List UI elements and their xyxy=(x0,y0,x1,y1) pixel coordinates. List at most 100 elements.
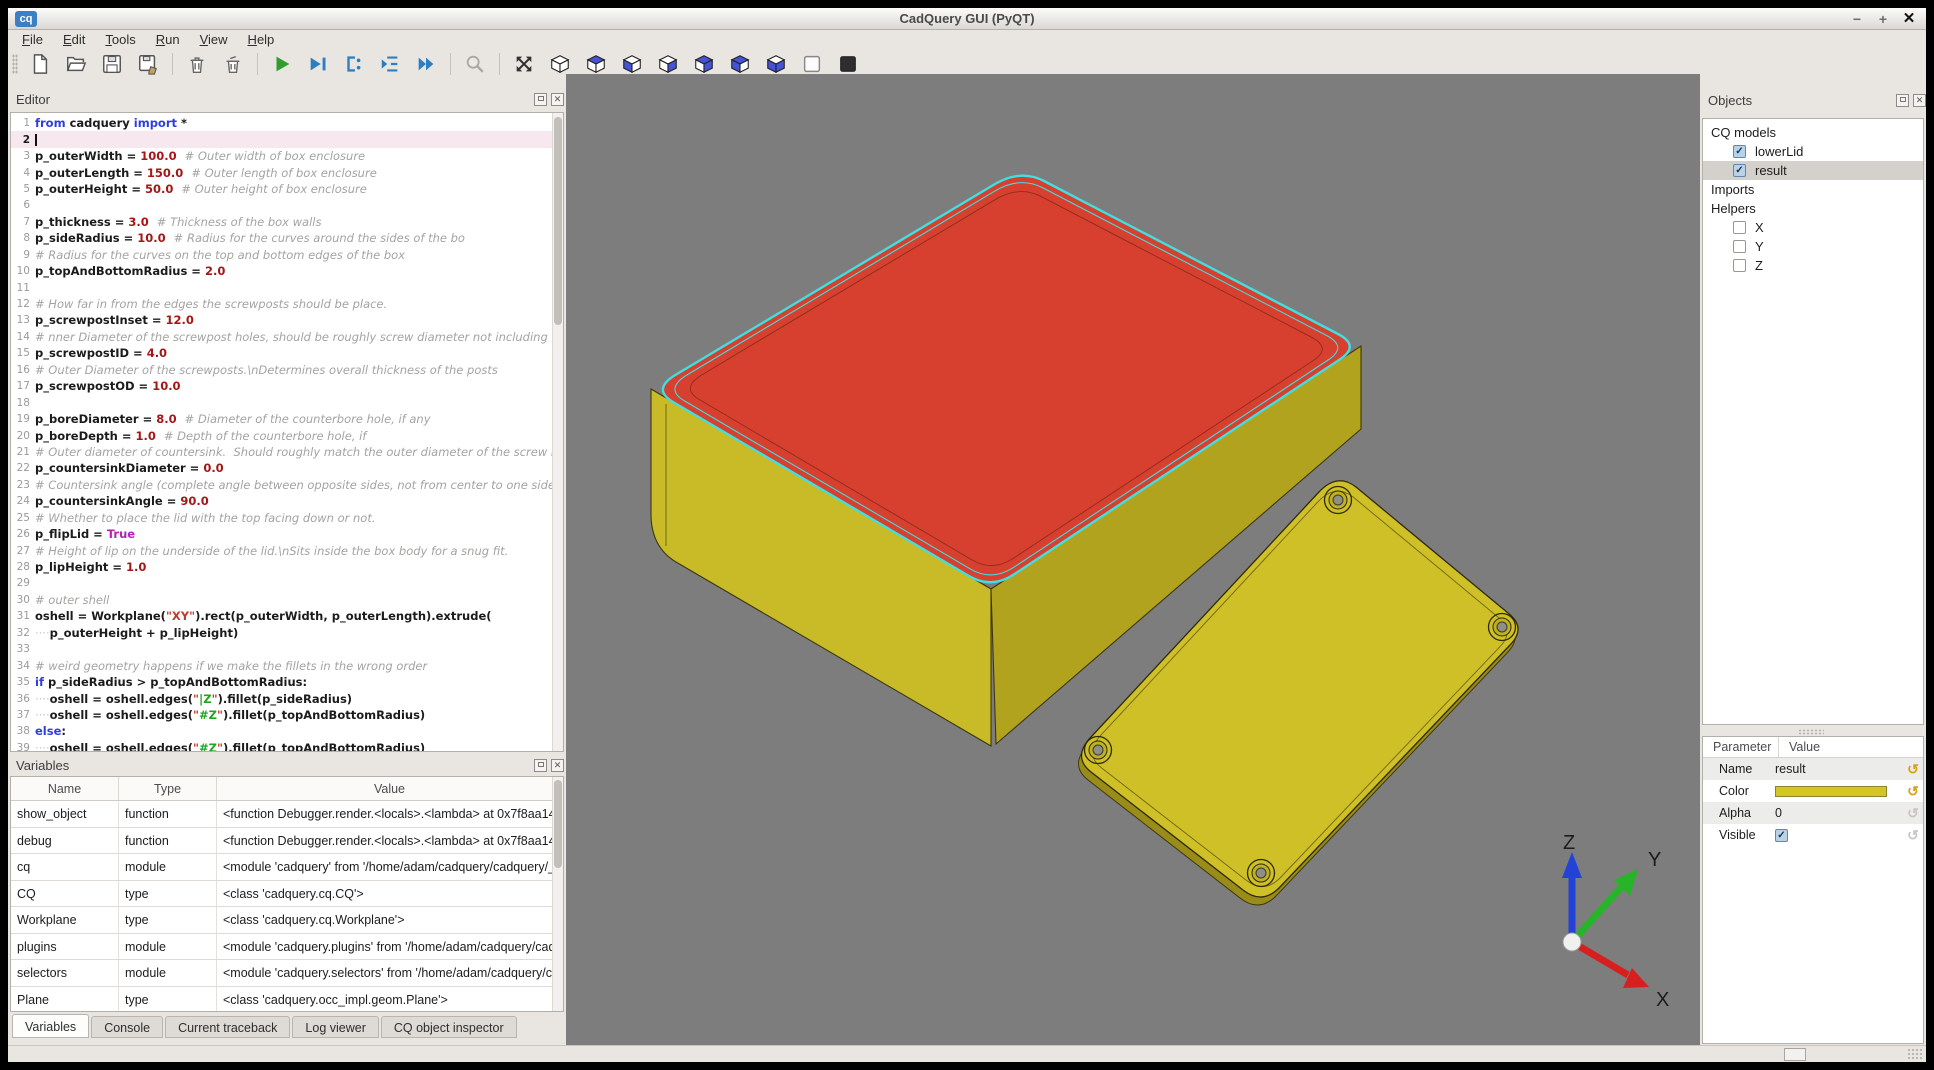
table-row[interactable]: cqmodule<module 'cadquery' from '/home/a… xyxy=(11,854,563,881)
tree-item-result[interactable]: ✓result xyxy=(1703,161,1923,180)
tree-item-y[interactable]: Y xyxy=(1703,237,1923,256)
variable-value: <module 'cadquery.selectors' from '/home… xyxy=(217,960,563,986)
x-axis-label: X xyxy=(1656,989,1669,1011)
tree-group-imports[interactable]: Imports xyxy=(1703,180,1923,199)
table-row[interactable]: Planetype<class 'cadquery.occ_impl.geom.… xyxy=(11,987,563,1013)
minimize-button[interactable]: − xyxy=(1848,10,1866,28)
menu-tools[interactable]: Tools xyxy=(95,32,145,47)
save-as-button[interactable] xyxy=(135,51,161,77)
menu-view[interactable]: View xyxy=(190,32,238,47)
menu-bar: FileEditToolsRunViewHelp xyxy=(12,30,284,49)
tab-variables[interactable]: Variables xyxy=(12,1014,89,1038)
table-row[interactable]: pluginsmodule<module 'cadquery.plugins' … xyxy=(11,934,563,961)
menu-run[interactable]: Run xyxy=(146,32,190,47)
code-line: 12# How far in from the edges the screwp… xyxy=(11,296,563,312)
parameter-value[interactable]: result xyxy=(1775,762,1903,776)
color-swatch[interactable] xyxy=(1775,786,1887,797)
viewport-3d[interactable]: Z Y X xyxy=(566,74,1700,1045)
tree-item-z[interactable]: Z xyxy=(1703,256,1923,275)
code-line: 39····oshell = oshell.edges("#Z").fillet… xyxy=(11,740,563,752)
delete-all-button[interactable] xyxy=(220,51,246,77)
variable-value: <function Debugger.render.<locals>.<lamb… xyxy=(217,828,563,854)
visibility-checkbox[interactable]: ✓ xyxy=(1733,145,1746,158)
parameter-column-header: Parameter xyxy=(1703,737,1779,757)
parameter-label: Alpha xyxy=(1703,806,1775,820)
table-row[interactable]: Workplanetype<class 'cadquery.cq.Workpla… xyxy=(11,907,563,934)
variables-panel-header: Variables ✕ xyxy=(16,754,564,776)
editor-scrollbar[interactable] xyxy=(552,113,563,751)
menu-edit[interactable]: Edit xyxy=(53,32,95,47)
parameter-row-visible[interactable]: Visible✓↺ xyxy=(1703,824,1923,846)
column-header-type[interactable]: Type xyxy=(119,777,217,800)
variable-type: type xyxy=(119,881,217,907)
close-button[interactable]: ✕ xyxy=(1900,10,1918,28)
parameter-value[interactable] xyxy=(1775,786,1903,797)
step-in-button[interactable] xyxy=(377,51,403,77)
visibility-checkbox[interactable] xyxy=(1733,259,1746,272)
visibility-checkbox[interactable] xyxy=(1733,221,1746,234)
continue-button[interactable] xyxy=(413,51,439,77)
step-button[interactable] xyxy=(341,51,367,77)
float-panel-icon[interactable] xyxy=(534,93,547,106)
close-panel-icon[interactable]: ✕ xyxy=(551,93,564,106)
menu-file[interactable]: File xyxy=(12,32,53,47)
render-button[interactable] xyxy=(269,51,295,77)
tree-item-lowerlid[interactable]: ✓lowerLid xyxy=(1703,142,1923,161)
maximize-button[interactable]: + xyxy=(1874,10,1892,28)
objects-panel-header: Objects ✕ xyxy=(1708,88,1926,112)
variables-table: NameTypeValue show_objectfunction<functi… xyxy=(10,776,564,1012)
parameter-row-alpha[interactable]: Alpha0↺ xyxy=(1703,802,1923,824)
parameter-row-name[interactable]: Nameresult↺ xyxy=(1703,758,1923,780)
table-row[interactable]: show_objectfunction<function Debugger.re… xyxy=(11,801,563,828)
table-row[interactable]: selectorsmodule<module 'cadquery.selecto… xyxy=(11,960,563,987)
tree-item-x[interactable]: X xyxy=(1703,218,1923,237)
undo-icon[interactable]: ↺ xyxy=(1903,827,1923,844)
tree-item-label: X xyxy=(1755,220,1764,235)
visibility-checkbox[interactable] xyxy=(1733,240,1746,253)
float-panel-icon[interactable] xyxy=(1896,94,1909,107)
column-header-value[interactable]: Value xyxy=(217,777,563,800)
tab-current-traceback[interactable]: Current traceback xyxy=(165,1016,290,1038)
parameter-value[interactable]: ✓ xyxy=(1775,829,1903,842)
table-row[interactable]: CQtype<class 'cadquery.cq.CQ'> xyxy=(11,881,563,908)
visible-checkbox[interactable]: ✓ xyxy=(1775,829,1788,842)
variables-scrollbar[interactable] xyxy=(552,777,563,1011)
code-editor[interactable]: 1from cadquery import *23p_outerWidth = … xyxy=(10,112,564,752)
undo-icon[interactable]: ↺ xyxy=(1903,805,1923,822)
undo-icon[interactable]: ↺ xyxy=(1903,783,1923,800)
title-bar: cq CadQuery GUI (PyQT) − + ✕ xyxy=(8,8,1926,30)
z-axis-label: Z xyxy=(1563,832,1575,854)
tree-group-cq-models[interactable]: CQ models xyxy=(1703,123,1923,142)
open-file-button[interactable] xyxy=(63,51,89,77)
float-panel-icon[interactable] xyxy=(534,759,547,772)
resize-grip-icon[interactable] xyxy=(1907,1048,1922,1061)
undo-icon[interactable]: ↺ xyxy=(1903,761,1923,778)
parameter-row-color[interactable]: Color↺ xyxy=(1703,780,1923,802)
menu-help[interactable]: Help xyxy=(238,32,285,47)
tab-cq-object-inspector[interactable]: CQ object inspector xyxy=(381,1016,517,1038)
zoom-button[interactable] xyxy=(462,51,488,77)
visibility-checkbox[interactable]: ✓ xyxy=(1733,164,1746,177)
parameter-value[interactable]: 0 xyxy=(1775,806,1903,820)
variable-name: CQ xyxy=(11,881,119,907)
tab-console[interactable]: Console xyxy=(91,1016,163,1038)
close-panel-icon[interactable]: ✕ xyxy=(1913,94,1926,107)
debug-button[interactable] xyxy=(305,51,331,77)
variable-type: module xyxy=(119,854,217,880)
editor-panel-header: Editor ✕ xyxy=(16,86,564,112)
close-panel-icon[interactable]: ✕ xyxy=(551,759,564,772)
save-button[interactable] xyxy=(99,51,125,77)
column-header-name[interactable]: Name xyxy=(11,777,119,800)
code-line: 15p_screwpostID = 4.0 xyxy=(11,345,563,361)
code-line: 35if p_sideRadius > p_topAndBottomRadius… xyxy=(11,674,563,690)
delete-button[interactable] xyxy=(184,51,210,77)
table-row[interactable]: debugfunction<function Debugger.render.<… xyxy=(11,828,563,855)
code-line: 33 xyxy=(11,641,563,657)
new-file-button[interactable] xyxy=(27,51,53,77)
splitter-grip[interactable] xyxy=(1798,729,1824,735)
toolbar-handle[interactable] xyxy=(12,54,18,74)
code-line: 30# outer shell xyxy=(11,592,563,608)
tree-group-helpers[interactable]: Helpers xyxy=(1703,199,1923,218)
tab-log-viewer[interactable]: Log viewer xyxy=(292,1016,378,1038)
fit-all-button[interactable] xyxy=(511,51,537,77)
